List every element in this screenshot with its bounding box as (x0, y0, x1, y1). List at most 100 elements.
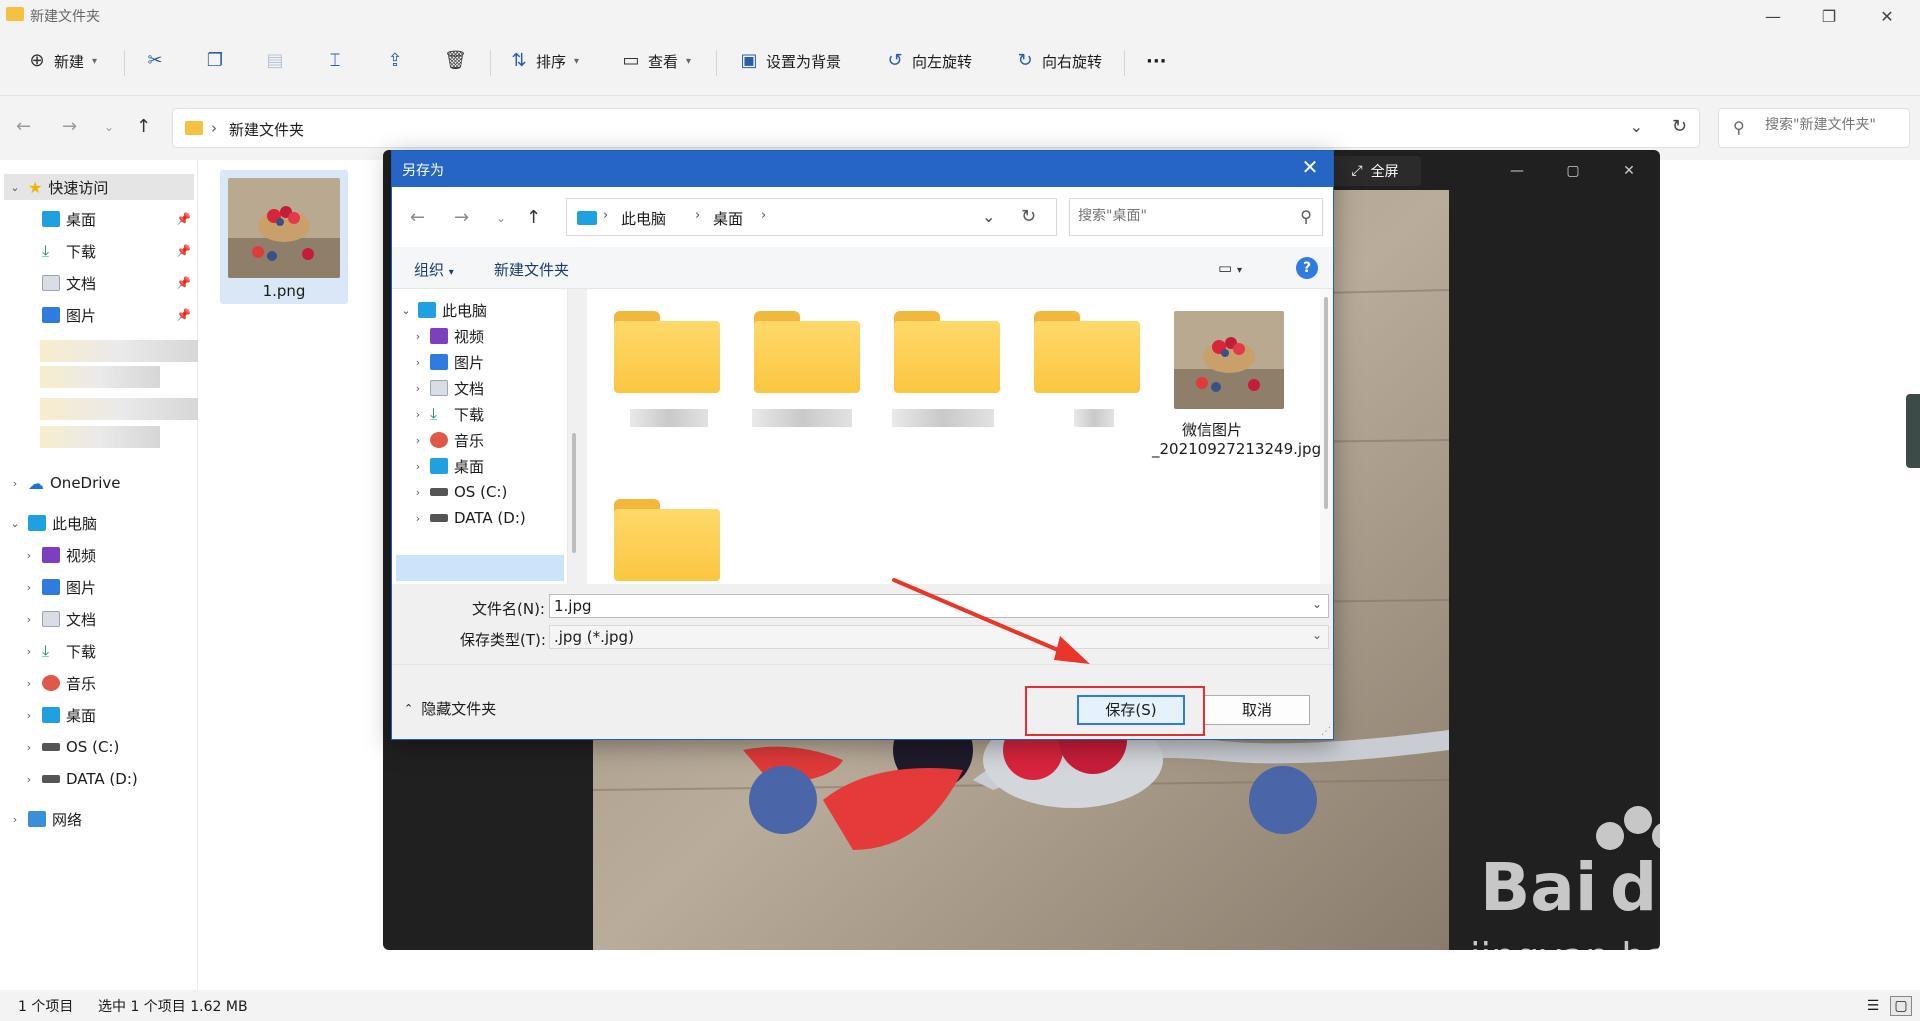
tree-item-downloads[interactable]: › ⤓ 下载 (412, 401, 484, 427)
tree-item-drive-c[interactable]: › OS (C:) (412, 479, 508, 505)
breadcrumb-item[interactable]: 此电脑 (621, 208, 666, 229)
file-area-scrollbar[interactable] (1320, 289, 1332, 584)
sidebar-item-quick-access[interactable]: ⌄ ★ 快速访问 (8, 174, 108, 200)
sort-button[interactable]: ⇅ 排序 ▾ (508, 44, 579, 78)
file-item[interactable]: 1.png (220, 170, 348, 304)
fullscreen-button[interactable]: ⤢ 全屏 (1329, 156, 1421, 186)
chevron-down-icon[interactable]: ⌄ (1312, 628, 1322, 642)
folder-item[interactable] (754, 311, 860, 393)
image-thumbnail[interactable] (1174, 311, 1284, 409)
back-arrow-icon[interactable]: ← (410, 207, 425, 228)
up-arrow-icon[interactable]: ↑ (526, 207, 541, 228)
chevron-down-icon: ⌄ (10, 516, 20, 530)
sidebar-item-onedrive[interactable]: › ☁ OneDrive (8, 470, 121, 496)
folder-item[interactable] (894, 311, 1000, 393)
tree-item-music[interactable]: › 音乐 (412, 427, 484, 453)
pin-icon[interactable]: 📌 (176, 276, 191, 290)
sidebar-item-documents[interactable]: 文档 (42, 270, 96, 296)
chevron-right-icon: › (26, 548, 32, 562)
folder-item[interactable] (614, 499, 720, 581)
maximize-button[interactable]: ▢ (1545, 156, 1601, 186)
address-path: 新建文件夹 (229, 121, 305, 139)
sidebar-item-desktop-pc[interactable]: › 桌面 (22, 702, 96, 728)
breadcrumb-item[interactable]: 桌面 (713, 208, 743, 229)
close-icon[interactable]: ✕ (1295, 155, 1325, 179)
search-input[interactable] (1765, 117, 1905, 133)
cut-button[interactable]: ✂ (144, 44, 166, 78)
sidebar-item-music[interactable]: › 音乐 (22, 670, 96, 696)
dialog-search-input[interactable] (1078, 208, 1278, 224)
sidebar-item-downloads[interactable]: ⤓ 下载 (42, 238, 96, 264)
tree-item-pictures[interactable]: › 图片 (412, 349, 484, 375)
pin-icon[interactable]: 📌 (176, 244, 191, 258)
dialog-search-box[interactable]: ⚲ (1069, 198, 1323, 236)
help-icon[interactable]: ? (1296, 257, 1318, 279)
dialog-address-bar[interactable]: › 此电脑 › 桌面 › ⌄ ↻ (566, 198, 1057, 236)
sidebar-item-videos[interactable]: › 视频 (22, 542, 96, 568)
sidebar-item-downloads-pc[interactable]: › ⤓ 下载 (22, 638, 96, 664)
sidebar-item-pictures-pc[interactable]: › 图片 (22, 574, 96, 600)
search-box[interactable]: ⚲ (1718, 108, 1910, 148)
details-view-icon[interactable]: ☰ (1862, 996, 1884, 1016)
recent-chevron-icon[interactable]: ⌄ (104, 120, 114, 134)
sidebar-item-desktop[interactable]: 桌面 (42, 206, 96, 232)
star-icon: ★ (28, 177, 43, 197)
large-icons-view-icon[interactable]: ▢ (1890, 996, 1912, 1016)
hide-folders-toggle[interactable]: ⌃ 隐藏文件夹 (404, 698, 496, 719)
restore-button[interactable]: ❐ (1806, 4, 1852, 30)
tree-label: OS (C:) (454, 483, 508, 501)
scrollbar-thumb[interactable] (1324, 297, 1328, 509)
refresh-icon[interactable]: ↻ (1021, 206, 1036, 227)
forward-arrow-icon[interactable]: → (62, 116, 77, 137)
new-button[interactable]: ⊕ 新建 ▾ (26, 44, 97, 78)
drive-icon (430, 488, 448, 496)
recent-chevron-icon[interactable]: ⌄ (496, 211, 506, 225)
chevron-down-icon[interactable]: ⌄ (1312, 597, 1322, 611)
sidebar-item-this-pc[interactable]: ⌄ 此电脑 (8, 510, 97, 536)
up-arrow-icon[interactable]: ↑ (136, 116, 151, 137)
pin-icon[interactable]: 📌 (176, 212, 191, 226)
tree-item-this-pc[interactable]: ⌄ 此电脑 (400, 297, 487, 323)
scissors-icon: ✂ (147, 50, 163, 71)
tree-scrollbar[interactable] (572, 433, 576, 553)
tree-item-videos[interactable]: › 视频 (412, 323, 484, 349)
forward-arrow-icon[interactable]: → (454, 207, 469, 228)
sidebar-item-network[interactable]: › 网络 (8, 806, 82, 832)
refresh-icon[interactable]: ↻ (1672, 116, 1687, 137)
cancel-button[interactable]: 取消 (1204, 695, 1310, 725)
resize-grip-icon[interactable]: ⋰ (1321, 726, 1331, 737)
folder-item[interactable] (614, 311, 720, 393)
rotate-left-button[interactable]: ↺ 向左旋转 (884, 44, 972, 78)
minimize-button[interactable]: — (1489, 156, 1545, 186)
set-background-button[interactable]: ▣ 设置为背景 (738, 44, 841, 78)
chevron-down-icon[interactable]: ⌄ (1630, 117, 1643, 136)
sidebar-label: 图片 (66, 306, 97, 325)
sidebar-item-pictures[interactable]: 图片 (42, 302, 96, 328)
copy-button[interactable]: ❐ (204, 44, 226, 78)
delete-button[interactable]: 🗑 (444, 44, 467, 78)
view-button[interactable]: ▭ 查看 ▾ (620, 44, 691, 78)
address-bar[interactable]: › 新建文件夹 ⌄ ↻ (172, 108, 1700, 148)
paste-button[interactable]: ▤ (264, 44, 286, 78)
new-folder-button[interactable]: 新建文件夹 (494, 259, 569, 280)
minimize-button[interactable]: — (1750, 4, 1796, 30)
share-button[interactable]: ⇪ (384, 44, 406, 78)
sidebar-item-drive-d[interactable]: › DATA (D:) (22, 766, 138, 792)
close-button[interactable]: ✕ (1864, 4, 1910, 30)
rotate-right-button[interactable]: ↻ 向右旋转 (1014, 44, 1102, 78)
more-button[interactable]: ··· (1146, 44, 1167, 78)
pin-icon[interactable]: 📌 (176, 308, 191, 322)
rename-button[interactable]: ⌶ (324, 44, 346, 78)
close-button[interactable]: ✕ (1601, 156, 1657, 186)
sidebar-item-documents-pc[interactable]: › 文档 (22, 606, 96, 632)
organize-button[interactable]: 组织 ▾ (414, 259, 454, 280)
tree-item-drive-d[interactable]: › DATA (D:) (412, 505, 526, 531)
back-arrow-icon[interactable]: ← (16, 116, 31, 137)
sidebar-item-drive-c[interactable]: › OS (C:) (22, 734, 120, 760)
folder-item[interactable] (1034, 311, 1140, 393)
explorer-titlebar: 新建文件夹 — ❐ ✕ (0, 0, 1920, 30)
tree-item-desktop[interactable]: › 桌面 (412, 453, 484, 479)
tree-item-documents[interactable]: › 文档 (412, 375, 484, 401)
chevron-down-icon[interactable]: ⌄ (982, 207, 995, 226)
view-options-icon[interactable]: ▭ ▾ (1218, 259, 1242, 277)
